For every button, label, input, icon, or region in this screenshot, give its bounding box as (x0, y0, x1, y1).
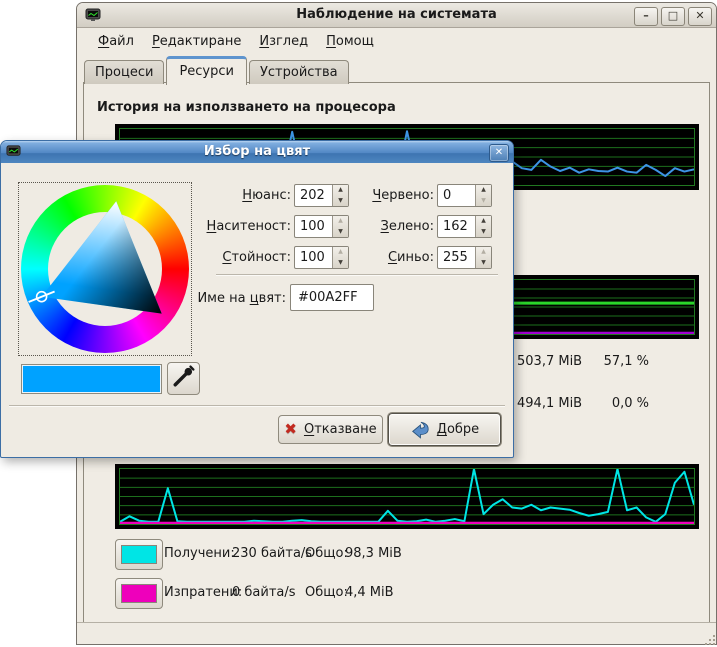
red-value[interactable]: 0 (438, 185, 475, 206)
memory-percent-value: 57,1 % (599, 354, 649, 369)
sent-total-label: Общо: (305, 585, 348, 600)
hsv-color-wheel[interactable] (18, 182, 192, 356)
memory-total-value: 503,7 MiB (517, 354, 582, 369)
eyedropper-icon (168, 363, 197, 392)
fields-separator (216, 274, 498, 276)
green-value[interactable]: 162 (438, 216, 475, 237)
red-label: Червено: (334, 184, 434, 207)
color-name-input[interactable]: #00A2FF (290, 284, 374, 311)
statusbar (77, 622, 716, 644)
dialog-close-icon: ✕ (495, 147, 503, 158)
tab-devices[interactable]: Устройства (249, 60, 349, 84)
red-spin-up-icon[interactable] (476, 185, 491, 196)
color-name-label: Име на цвят: (193, 287, 286, 310)
dialog-app-icon (6, 144, 21, 159)
dialog-title: Избор на цвят (1, 144, 513, 159)
close-icon: ✕ (695, 9, 704, 22)
cancel-button-label: Отказване (304, 422, 377, 437)
main-titlebar[interactable]: Наблюдение на системата – □ ✕ (77, 3, 716, 28)
blue-spinbutton[interactable]: 255 (437, 246, 492, 269)
green-spin-up-icon[interactable] (476, 216, 491, 227)
system-monitor-app-icon (85, 7, 101, 23)
blue-spin-down-icon[interactable] (476, 258, 491, 269)
received-total: 98,3 MiB (345, 546, 402, 561)
maximize-icon: □ (668, 9, 678, 22)
menu-file[interactable]: Файл (89, 31, 143, 52)
maximize-button[interactable]: □ (661, 7, 685, 26)
value-label: Стойност: (191, 246, 291, 269)
menu-view[interactable]: Изглед (250, 31, 317, 52)
swap-percent-value: 0,0 % (599, 396, 649, 411)
network-history-plot (120, 469, 694, 524)
color-picker-dialog: Избор на цвят ✕ Нюанс: 202 Наситеност: (0, 140, 514, 458)
tabstrip: Процеси Ресурси Устройства (84, 54, 351, 84)
received-color-button[interactable] (115, 539, 163, 570)
saturation-value[interactable]: 100 (295, 216, 332, 237)
blue-spin-up-icon[interactable] (476, 247, 491, 258)
cancel-x-icon: ✖ (284, 422, 297, 437)
cpu-history-heading: История на използването на процесора (97, 100, 396, 115)
received-label: Получени: (164, 546, 235, 561)
green-spin-down-icon[interactable] (476, 227, 491, 238)
menubar: Файл Редактиране Изглед Помощ (77, 28, 716, 54)
close-button[interactable]: ✕ (688, 7, 712, 26)
sent-color-swatch (121, 584, 157, 603)
sent-label: Изпратени: (164, 585, 242, 600)
sv-triangle[interactable] (19, 183, 193, 357)
received-total-label: Общо: (305, 546, 348, 561)
value-value[interactable]: 100 (295, 247, 332, 268)
tab-resources[interactable]: Ресурси (166, 56, 247, 85)
resize-grip[interactable] (705, 635, 707, 637)
minimize-button[interactable]: – (634, 7, 658, 26)
received-rate: 230 байта/s (232, 546, 312, 561)
ok-button-label: Добре (437, 422, 479, 437)
buttons-separator (9, 405, 505, 407)
blue-label: Синьо: (334, 246, 434, 269)
cancel-button[interactable]: ✖ Отказване (278, 415, 383, 444)
ok-button[interactable]: Добре (388, 413, 501, 446)
hue-value[interactable]: 202 (295, 185, 332, 206)
sent-color-button[interactable] (115, 578, 163, 609)
ok-arrow-icon (410, 421, 430, 439)
received-color-swatch (121, 545, 157, 564)
dialog-titlebar[interactable]: Избор на цвят ✕ (1, 141, 513, 163)
tab-processes[interactable]: Процеси (84, 60, 164, 84)
menu-edit[interactable]: Редактиране (143, 31, 250, 52)
hue-label: Нюанс: (191, 184, 291, 207)
sent-rate: 0 байта/s (232, 585, 296, 600)
green-spinbutton[interactable]: 162 (437, 215, 492, 238)
sent-total: 4,4 MiB (345, 585, 394, 600)
current-color-preview (21, 364, 162, 394)
red-spinbutton[interactable]: 0 (437, 184, 492, 207)
red-spin-down-icon[interactable] (476, 196, 491, 207)
eyedropper-button[interactable] (167, 362, 200, 395)
saturation-label: Наситеност: (191, 215, 291, 238)
minimize-icon: – (643, 9, 649, 22)
blue-value[interactable]: 255 (438, 247, 475, 268)
network-history-chart (115, 464, 699, 529)
menu-help[interactable]: Помощ (317, 31, 383, 52)
green-label: Зелено: (334, 215, 434, 238)
swap-total-value: 494,1 MiB (517, 396, 582, 411)
window-title: Наблюдение на системата (77, 7, 716, 22)
dialog-close-button[interactable]: ✕ (489, 144, 509, 162)
